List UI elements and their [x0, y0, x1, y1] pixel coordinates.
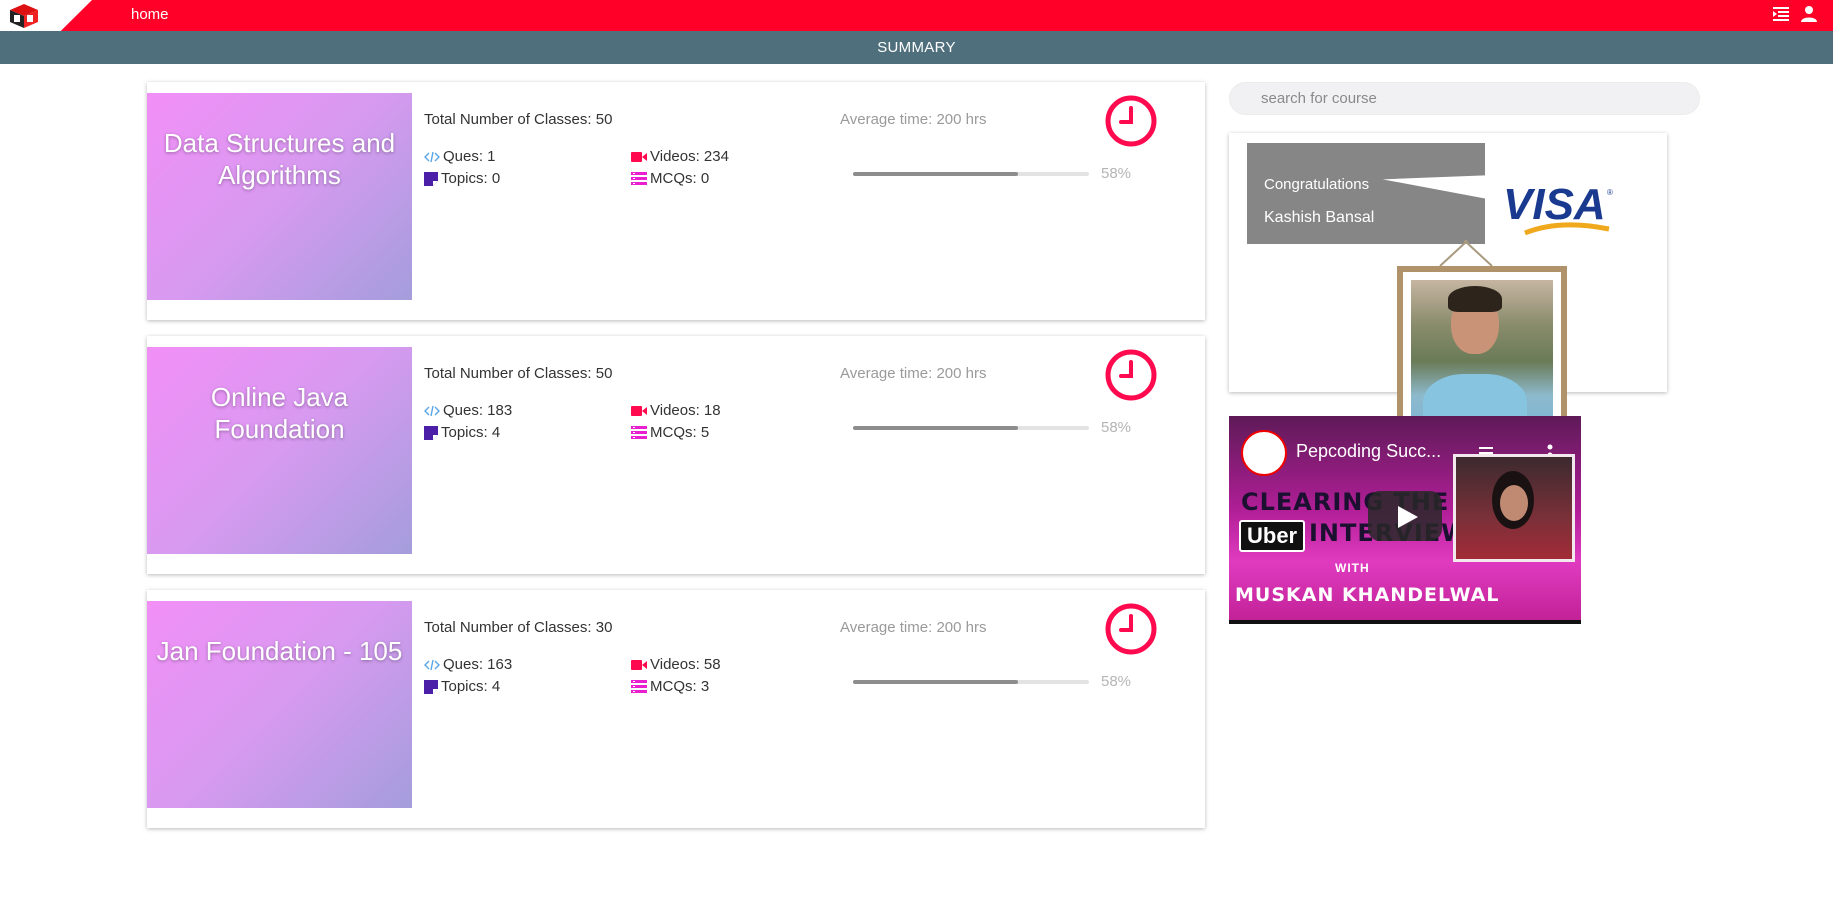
clock-icon[interactable] — [1104, 602, 1158, 656]
user-icon[interactable] — [1800, 5, 1818, 23]
logo-area — [0, 0, 92, 31]
course-title: Data Structures and Algorithms — [163, 128, 396, 190]
photo-frame — [1397, 266, 1567, 440]
visa-logo: VISA ® — [1503, 181, 1613, 236]
congrats-banner: Congratulations Kashish Bansal — [1247, 143, 1485, 244]
progress-bar — [853, 172, 1089, 176]
course-card: Jan Foundation - 105 Total Number of Cla… — [147, 590, 1205, 828]
mcqs-count: MCQs: 5 — [631, 424, 709, 441]
note-icon — [424, 171, 438, 186]
student-name: Kashish Bansal — [1264, 209, 1375, 226]
course-thumbnail[interactable]: Data Structures and Algorithms — [147, 93, 412, 300]
video-brand: Uber — [1239, 520, 1306, 552]
course-card: Data Structures and Algorithms Total Num… — [147, 82, 1205, 320]
video-guest-photo — [1453, 454, 1575, 562]
ques-count: Ques: 1 — [424, 148, 496, 165]
progress-fill — [853, 172, 1019, 176]
video-title[interactable]: Pepcoding Succ... — [1296, 441, 1441, 462]
course-title: Online Java Foundation — [210, 382, 349, 444]
visa-logo-text: VISA — [1503, 181, 1606, 229]
channel-logo[interactable] — [1241, 430, 1287, 476]
summary-title: SUMMARY — [877, 39, 956, 56]
play-button-icon[interactable] — [1368, 491, 1442, 541]
progress-percent: 58% — [1101, 419, 1132, 436]
ques-count: Ques: 163 — [424, 656, 512, 673]
student-photo — [1411, 280, 1553, 428]
clock-icon[interactable] — [1104, 94, 1158, 148]
code-icon — [424, 405, 440, 416]
progress-percent: 58% — [1101, 165, 1132, 182]
list-icon — [631, 171, 647, 185]
congrats-card: Congratulations Kashish Bansal VISA ® — [1229, 133, 1667, 440]
congrats-heading: Congratulations — [1264, 176, 1370, 193]
average-time: Average time: 200 hrs — [840, 619, 987, 636]
note-icon — [424, 679, 438, 694]
note-icon — [424, 425, 438, 440]
mcqs-count: MCQs: 0 — [631, 170, 709, 187]
search-input[interactable] — [1229, 82, 1700, 115]
pepcoding-logo-icon[interactable] — [8, 3, 40, 29]
code-icon — [424, 659, 440, 670]
video-camera-icon — [631, 405, 647, 416]
video-with-text: WITH — [1335, 561, 1370, 575]
average-time: Average time: 200 hrs — [840, 111, 987, 128]
summary-bar: SUMMARY — [0, 31, 1833, 64]
course-thumbnail[interactable]: Jan Foundation - 105 — [147, 601, 412, 808]
list-icon — [631, 679, 647, 693]
progress-percent: 58% — [1101, 673, 1132, 690]
video-camera-icon — [631, 151, 647, 162]
ques-count: Ques: 183 — [424, 402, 512, 419]
course-title: Jan Foundation - 105 — [156, 636, 403, 666]
videos-count: Videos: 58 — [631, 656, 721, 673]
videos-count: Videos: 234 — [631, 148, 729, 165]
progress-bar — [853, 680, 1089, 684]
progress-fill — [853, 680, 1019, 684]
video-camera-icon — [631, 659, 647, 670]
course-thumbnail[interactable]: Online Java Foundation — [147, 347, 412, 554]
menu-icon[interactable] — [1772, 5, 1790, 23]
frame-hanger — [1439, 240, 1493, 267]
mcqs-count: MCQs: 3 — [631, 678, 709, 695]
average-time: Average time: 200 hrs — [840, 365, 987, 382]
code-icon — [424, 151, 440, 162]
video-bottom-bar — [1229, 620, 1581, 624]
total-classes: Total Number of Classes: 50 — [424, 365, 613, 382]
clock-icon[interactable] — [1104, 348, 1158, 402]
top-nav-bar: home — [0, 0, 1833, 31]
home-link[interactable]: home — [131, 6, 169, 23]
topics-count: Topics: 4 — [424, 678, 500, 695]
svg-text:®: ® — [1607, 188, 1613, 197]
course-card: Online Java Foundation Total Number of C… — [147, 336, 1205, 574]
total-classes: Total Number of Classes: 30 — [424, 619, 613, 636]
progress-fill — [853, 426, 1019, 430]
topics-count: Topics: 4 — [424, 424, 500, 441]
videos-count: Videos: 18 — [631, 402, 721, 419]
list-icon — [631, 425, 647, 439]
video-text-line3: MUSKAN KHANDELWAL — [1235, 584, 1500, 606]
video-player[interactable]: Pepcoding Succ... CLEARING THE Uber INTE… — [1229, 416, 1581, 624]
progress-bar — [853, 426, 1089, 430]
total-classes: Total Number of Classes: 50 — [424, 111, 613, 128]
topics-count: Topics: 0 — [424, 170, 500, 187]
